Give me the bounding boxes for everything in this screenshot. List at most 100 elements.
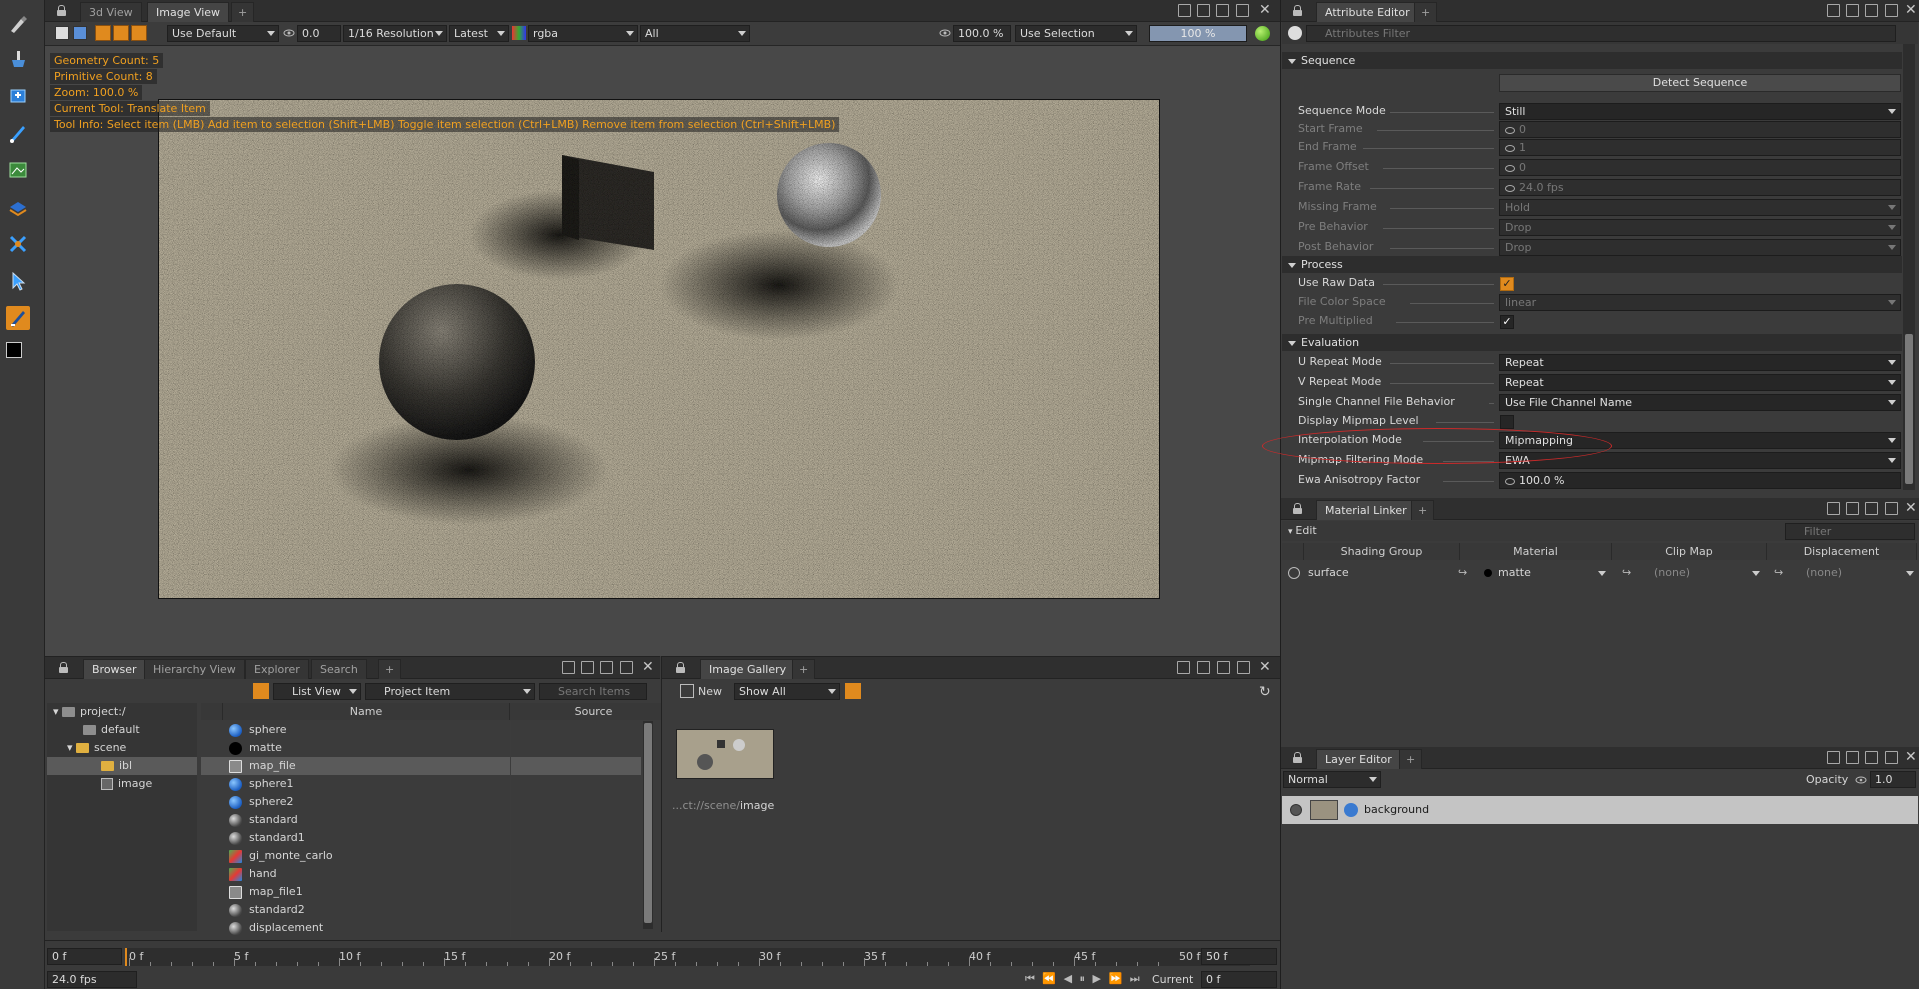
exposure-eye-icon[interactable] bbox=[282, 26, 296, 40]
section-sequence[interactable]: Sequence bbox=[1282, 52, 1902, 69]
layer-combo[interactable]: Use Default bbox=[167, 25, 279, 42]
attr-eye-icon[interactable] bbox=[1505, 184, 1515, 192]
list-item[interactable]: sphere2 bbox=[201, 793, 641, 811]
filter-combo[interactable]: All bbox=[640, 25, 750, 42]
exposure-field[interactable]: 0.0 bbox=[297, 25, 341, 42]
list-item[interactable]: displacement bbox=[201, 919, 641, 937]
section-process[interactable]: Process bbox=[1282, 256, 1902, 273]
attr-number-field[interactable]: 0 bbox=[1499, 159, 1901, 176]
close-panel-icon[interactable]: ✕ bbox=[1259, 660, 1271, 674]
chevron-down-icon[interactable] bbox=[1888, 225, 1896, 230]
attr-eye-icon[interactable] bbox=[1505, 144, 1515, 152]
chevron-down-icon[interactable] bbox=[1888, 380, 1896, 385]
tree-item-default[interactable]: default bbox=[83, 721, 140, 739]
close-panel-icon[interactable]: ✕ bbox=[1259, 3, 1271, 17]
add-tab-icon[interactable]: + bbox=[1399, 749, 1423, 769]
gallery-item-label[interactable]: ...ct://scene/image bbox=[672, 799, 774, 812]
tab-3d-view[interactable]: 3d View bbox=[80, 2, 142, 22]
translate-tool-icon[interactable] bbox=[6, 306, 30, 330]
close-panel-icon[interactable]: ✕ bbox=[642, 660, 654, 674]
list-item[interactable]: standard1 bbox=[201, 829, 641, 847]
opacity-field[interactable]: 1.0 bbox=[1870, 771, 1916, 788]
column-shading-group[interactable]: Shading Group bbox=[1304, 543, 1460, 560]
add-tab-icon[interactable]: + bbox=[231, 2, 255, 22]
channels-combo[interactable]: rgba bbox=[528, 25, 638, 42]
list-item[interactable]: sphere bbox=[201, 721, 641, 739]
lock-icon[interactable] bbox=[57, 5, 66, 16]
attr-eye-icon[interactable] bbox=[1505, 477, 1515, 485]
section-evaluation[interactable]: Evaluation bbox=[1282, 334, 1902, 351]
column-source[interactable]: Source bbox=[510, 703, 678, 720]
list-item[interactable]: standard2 bbox=[201, 901, 641, 919]
project-filter-combo[interactable]: Project Item bbox=[365, 683, 535, 700]
attr-number-field[interactable]: 24.0 fps bbox=[1499, 179, 1901, 196]
list-item[interactable]: map_file1 bbox=[201, 883, 641, 901]
chevron-down-icon[interactable] bbox=[1888, 438, 1896, 443]
tab-image-gallery[interactable]: Image Gallery bbox=[700, 659, 796, 679]
timeline-start-field[interactable]: 0 f bbox=[47, 948, 122, 965]
tree-item-scene[interactable]: ▾ scene bbox=[67, 739, 126, 757]
attr-checkbox[interactable]: ✓ bbox=[1500, 277, 1514, 291]
list-item[interactable]: gi_monte_carlo bbox=[201, 847, 641, 865]
panel-float-icon[interactable] bbox=[1178, 4, 1191, 17]
attr-number-field[interactable]: 0 bbox=[1499, 121, 1901, 138]
panel-split-v-icon[interactable] bbox=[1216, 4, 1229, 17]
timeline-ruler[interactable]: 0 f 5 f 10 f 15 f 20 f 25 f 30 f 35 f 40 f 45 f 50… bbox=[125, 948, 1250, 966]
close-panel-icon[interactable]: ✕ bbox=[1905, 501, 1917, 515]
tab-layer-editor[interactable]: Layer Editor bbox=[1316, 749, 1401, 769]
tab-search[interactable]: Search bbox=[311, 659, 367, 679]
visibility-eye-icon[interactable] bbox=[1288, 567, 1300, 579]
chevron-down-icon[interactable] bbox=[1888, 205, 1896, 210]
brush-tool-icon[interactable] bbox=[6, 12, 30, 36]
link-icon[interactable]: ↪ bbox=[1458, 566, 1467, 579]
column-material[interactable]: Material bbox=[1460, 543, 1612, 560]
panel-maximize-icon[interactable] bbox=[1236, 4, 1249, 17]
search-items-input[interactable]: Search Items bbox=[539, 683, 647, 700]
new-button[interactable]: New bbox=[698, 683, 722, 700]
tab-attribute-editor[interactable]: Attribute Editor bbox=[1316, 2, 1419, 22]
detect-sequence-button[interactable]: Detect Sequence bbox=[1499, 74, 1901, 92]
pixel-info-icon[interactable] bbox=[131, 25, 147, 41]
tab-material-linker[interactable]: Material Linker bbox=[1316, 500, 1416, 520]
list-item[interactable]: standard bbox=[201, 811, 641, 829]
chevron-down-icon[interactable] bbox=[1888, 458, 1896, 463]
map-tool-icon[interactable] bbox=[6, 158, 30, 182]
add-tab-icon[interactable]: + bbox=[1411, 500, 1435, 520]
chevron-down-icon[interactable] bbox=[1888, 400, 1896, 405]
attr-dropdown[interactable]: linear bbox=[1499, 294, 1901, 311]
project-tree[interactable]: ▾ project:/ default ▾ scene ibl image bbox=[47, 703, 197, 931]
attr-scrollbar[interactable] bbox=[1903, 44, 1915, 490]
list-item[interactable]: hand bbox=[201, 865, 641, 883]
gallery-view-icon[interactable] bbox=[845, 683, 861, 699]
displacement-cell[interactable]: (none) bbox=[1806, 566, 1842, 579]
attr-toggle-icon[interactable] bbox=[1288, 26, 1302, 40]
clip-map-cell[interactable]: (none) bbox=[1654, 566, 1690, 579]
select-tool-icon[interactable] bbox=[6, 269, 30, 293]
list-item[interactable]: sphere1 bbox=[201, 775, 641, 793]
selection-combo[interactable]: Use Selection bbox=[1015, 25, 1137, 42]
version-combo[interactable]: Latest bbox=[449, 25, 509, 42]
checker-icon[interactable] bbox=[95, 25, 111, 41]
attr-checkbox[interactable]: ✓ bbox=[1500, 315, 1514, 329]
region-icon[interactable] bbox=[113, 25, 129, 41]
tab-browser[interactable]: Browser bbox=[83, 659, 146, 679]
save-image-icon[interactable] bbox=[55, 26, 69, 40]
move-tool-icon[interactable] bbox=[6, 84, 30, 108]
opacity-eye-icon[interactable] bbox=[1855, 774, 1867, 786]
link-icon[interactable]: ↪ bbox=[1622, 566, 1631, 579]
playback-controls[interactable]: ⏮ ⏪ ◀ ⏸ ▶ ⏩ ⏭ bbox=[1025, 972, 1142, 986]
foreground-color-swatch[interactable] bbox=[6, 342, 22, 358]
attr-dropdown[interactable]: Use File Channel Name bbox=[1499, 394, 1901, 411]
attr-dropdown[interactable]: Drop bbox=[1499, 239, 1901, 256]
material-filter-input[interactable]: Filter bbox=[1785, 523, 1915, 540]
layer-visibility-icon[interactable] bbox=[1290, 804, 1302, 816]
render-status-icon[interactable] bbox=[1255, 26, 1270, 41]
transform-tool-icon[interactable] bbox=[6, 232, 30, 256]
list-item[interactable]: matte bbox=[201, 739, 641, 757]
timeline-end-field[interactable]: 50 f bbox=[1201, 948, 1277, 965]
add-tab-icon[interactable]: + bbox=[1414, 2, 1438, 22]
chevron-down-icon[interactable] bbox=[1888, 109, 1896, 114]
attr-checkbox[interactable] bbox=[1500, 415, 1514, 429]
material-linker-row[interactable]: surface ↪ matte ↪ (none) ↪ (none) bbox=[1282, 563, 1918, 583]
material-dropdown-icon[interactable] bbox=[1598, 571, 1606, 576]
